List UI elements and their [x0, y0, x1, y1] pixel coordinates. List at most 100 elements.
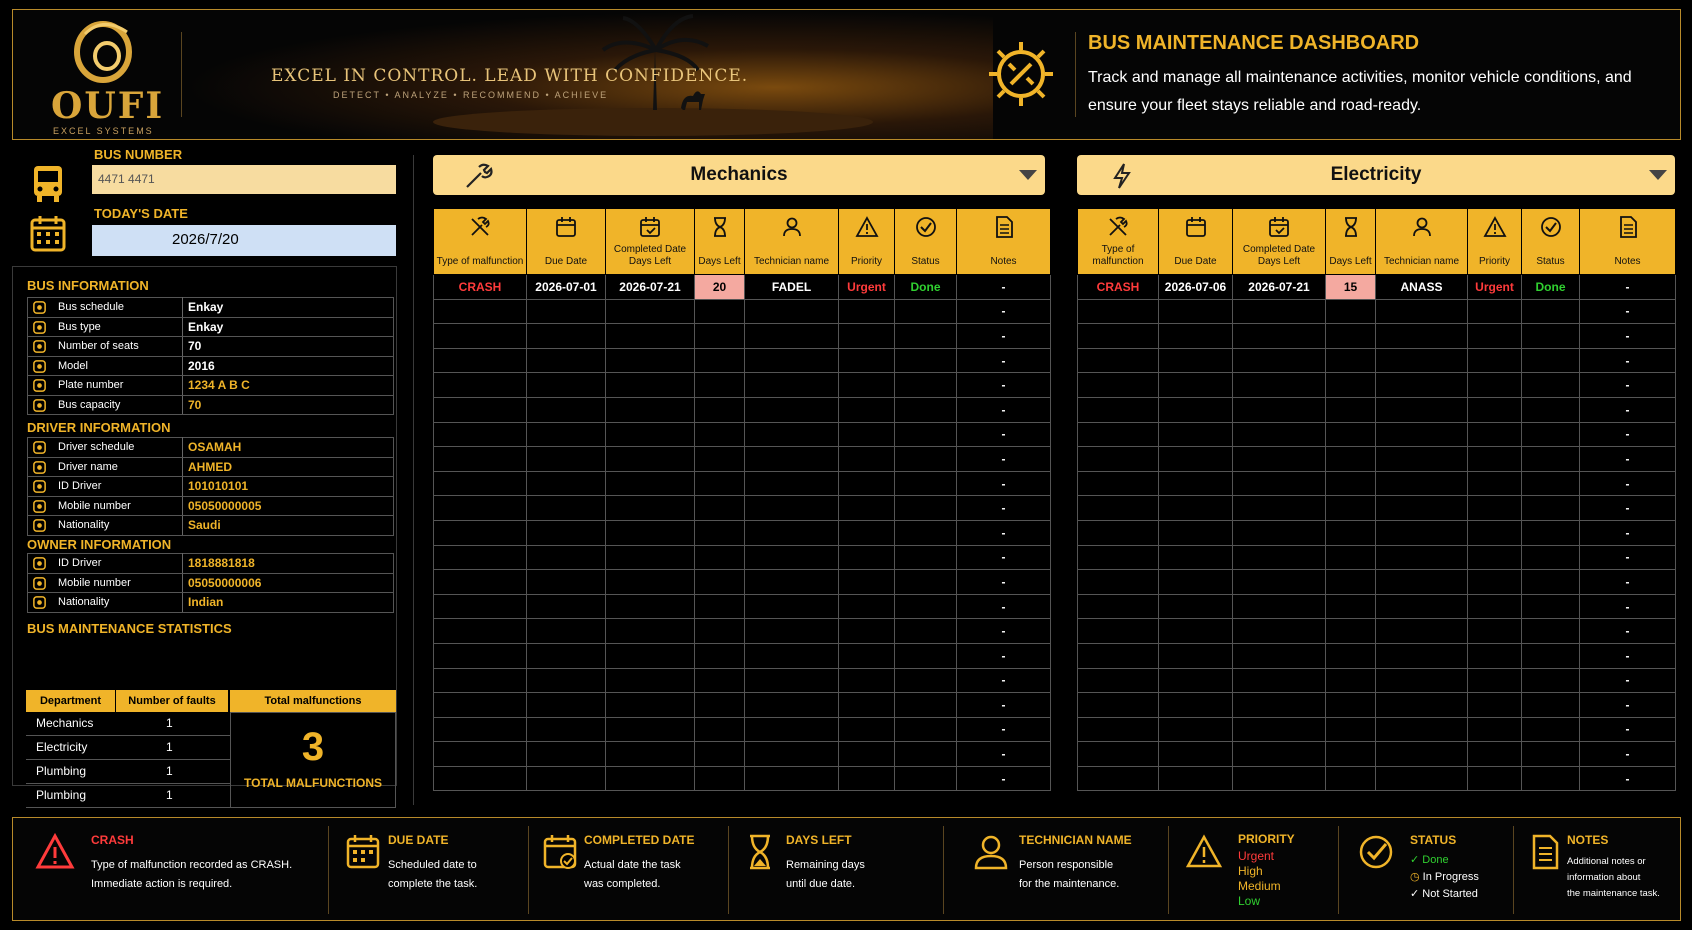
empty-cell[interactable]	[1467, 347, 1522, 374]
empty-cell[interactable]	[1521, 519, 1580, 546]
empty-cell[interactable]	[1077, 347, 1159, 374]
empty-cell[interactable]	[838, 372, 895, 398]
empty-cell[interactable]	[1077, 519, 1159, 546]
column-header[interactable]: Completed Date Days Left	[605, 208, 695, 275]
empty-cell[interactable]	[1467, 396, 1522, 423]
empty-cell[interactable]	[1467, 667, 1522, 694]
empty-cell[interactable]	[1325, 323, 1376, 349]
empty-cell[interactable]	[526, 396, 606, 423]
cell-due-date[interactable]: 2026-07-06	[1158, 274, 1233, 300]
cell-notes[interactable]: -	[1579, 347, 1676, 374]
empty-cell[interactable]	[894, 618, 957, 644]
empty-cell[interactable]	[694, 470, 745, 497]
empty-cell[interactable]	[694, 519, 745, 546]
empty-cell[interactable]	[838, 692, 895, 718]
empty-cell[interactable]	[1232, 446, 1326, 472]
column-header[interactable]: Days Left	[1325, 208, 1376, 275]
table-row[interactable]: -	[1077, 323, 1676, 349]
table-row[interactable]: -	[1077, 421, 1676, 448]
cell-status[interactable]: Done	[894, 274, 957, 300]
cell-notes[interactable]: -	[1579, 569, 1676, 595]
empty-cell[interactable]	[605, 446, 695, 472]
cell-notes[interactable]: -	[1579, 298, 1676, 325]
empty-cell[interactable]	[1232, 323, 1326, 349]
empty-cell[interactable]	[838, 544, 895, 571]
empty-cell[interactable]	[526, 618, 606, 644]
info-value[interactable]: Enkay	[182, 297, 394, 318]
cell-notes[interactable]: -	[1579, 446, 1676, 472]
empty-cell[interactable]	[1325, 421, 1376, 448]
empty-cell[interactable]	[1521, 347, 1580, 374]
empty-cell[interactable]	[894, 544, 957, 571]
empty-cell[interactable]	[605, 741, 695, 767]
empty-cell[interactable]	[605, 298, 695, 325]
table-row[interactable]: -	[433, 667, 1051, 694]
empty-cell[interactable]	[433, 544, 527, 571]
empty-cell[interactable]	[744, 618, 839, 644]
info-value[interactable]: 05050000006	[182, 572, 394, 593]
empty-cell[interactable]	[894, 519, 957, 546]
column-header[interactable]: Type of malfunction	[433, 208, 527, 275]
empty-cell[interactable]	[1158, 495, 1233, 521]
empty-cell[interactable]	[526, 347, 606, 374]
empty-cell[interactable]	[1325, 544, 1376, 571]
empty-cell[interactable]	[744, 372, 839, 398]
empty-cell[interactable]	[1158, 618, 1233, 644]
empty-cell[interactable]	[1077, 593, 1159, 620]
table-row[interactable]: -	[433, 544, 1051, 571]
empty-cell[interactable]	[526, 495, 606, 521]
table-row[interactable]: -	[1077, 544, 1676, 571]
empty-cell[interactable]	[1232, 396, 1326, 423]
empty-cell[interactable]	[1375, 765, 1468, 792]
empty-cell[interactable]	[1232, 298, 1326, 325]
cell-type[interactable]: CRASH	[433, 274, 527, 300]
cell-technician[interactable]: FADEL	[744, 274, 839, 300]
empty-cell[interactable]	[838, 618, 895, 644]
empty-cell[interactable]	[1077, 396, 1159, 423]
empty-cell[interactable]	[433, 495, 527, 521]
empty-cell[interactable]	[1521, 692, 1580, 718]
cell-days-left[interactable]: 15	[1325, 274, 1376, 300]
cell-priority[interactable]: Urgent	[838, 274, 895, 300]
empty-cell[interactable]	[526, 421, 606, 448]
mechanics-dropdown[interactable]: Mechanics	[433, 155, 1045, 195]
empty-cell[interactable]	[433, 446, 527, 472]
empty-cell[interactable]	[526, 765, 606, 792]
table-row[interactable]: -	[433, 446, 1051, 472]
cell-notes[interactable]: -	[956, 372, 1051, 398]
empty-cell[interactable]	[1077, 470, 1159, 497]
empty-cell[interactable]	[838, 323, 895, 349]
empty-cell[interactable]	[1375, 298, 1468, 325]
empty-cell[interactable]	[605, 642, 695, 669]
table-row[interactable]: -	[1077, 765, 1676, 792]
empty-cell[interactable]	[1077, 569, 1159, 595]
column-header[interactable]: Notes	[1579, 208, 1676, 275]
dropdown-arrow-icon[interactable]	[1019, 170, 1037, 180]
column-header[interactable]: Completed Date Days Left	[1232, 208, 1326, 275]
empty-cell[interactable]	[744, 692, 839, 718]
empty-cell[interactable]	[1158, 446, 1233, 472]
empty-cell[interactable]	[694, 569, 745, 595]
empty-cell[interactable]	[1375, 642, 1468, 669]
table-row[interactable]: -	[1077, 347, 1676, 374]
empty-cell[interactable]	[694, 495, 745, 521]
empty-cell[interactable]	[605, 519, 695, 546]
empty-cell[interactable]	[526, 741, 606, 767]
empty-cell[interactable]	[605, 372, 695, 398]
empty-cell[interactable]	[694, 618, 745, 644]
table-row[interactable]: -	[433, 495, 1051, 521]
info-value[interactable]: Saudi	[182, 515, 394, 536]
empty-cell[interactable]	[694, 765, 745, 792]
cell-notes[interactable]: -	[1579, 618, 1676, 644]
empty-cell[interactable]	[838, 765, 895, 792]
empty-cell[interactable]	[1325, 741, 1376, 767]
empty-cell[interactable]	[1375, 618, 1468, 644]
empty-cell[interactable]	[838, 421, 895, 448]
empty-cell[interactable]	[744, 421, 839, 448]
empty-cell[interactable]	[1467, 323, 1522, 349]
cell-status[interactable]: Done	[1521, 274, 1580, 300]
empty-cell[interactable]	[1077, 716, 1159, 743]
cell-notes[interactable]: -	[956, 741, 1051, 767]
empty-cell[interactable]	[1158, 298, 1233, 325]
empty-cell[interactable]	[433, 716, 527, 743]
